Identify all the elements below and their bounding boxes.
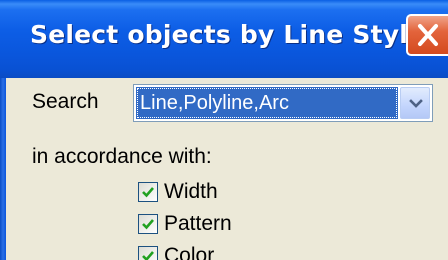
window-title: Select objects by Line Style (30, 20, 426, 49)
pattern-checkbox-label: Pattern (164, 212, 232, 235)
search-select-value[interactable]: Line,Polyline,Arc (136, 87, 398, 119)
window-frame-left (0, 78, 6, 260)
search-select[interactable]: Line,Polyline,Arc (133, 84, 433, 122)
close-button[interactable] (406, 14, 448, 56)
width-checkbox-label: Width (164, 180, 218, 203)
title-bar[interactable]: Select objects by Line Style (0, 0, 448, 78)
width-checkbox[interactable] (138, 182, 158, 202)
check-icon (142, 251, 154, 260)
check-icon (142, 219, 154, 230)
check-icon (142, 187, 154, 198)
dropdown-button[interactable] (400, 87, 430, 119)
color-checkbox-label: Color (164, 244, 215, 260)
close-icon (418, 24, 438, 46)
pattern-checkbox[interactable] (138, 214, 158, 234)
search-label: Search (32, 90, 99, 113)
chevron-down-icon (409, 99, 423, 108)
color-checkbox[interactable] (138, 246, 158, 260)
accordance-label: in accordance with: (32, 145, 212, 168)
dialog-window: Select objects by Line Style Search Line… (0, 0, 448, 260)
